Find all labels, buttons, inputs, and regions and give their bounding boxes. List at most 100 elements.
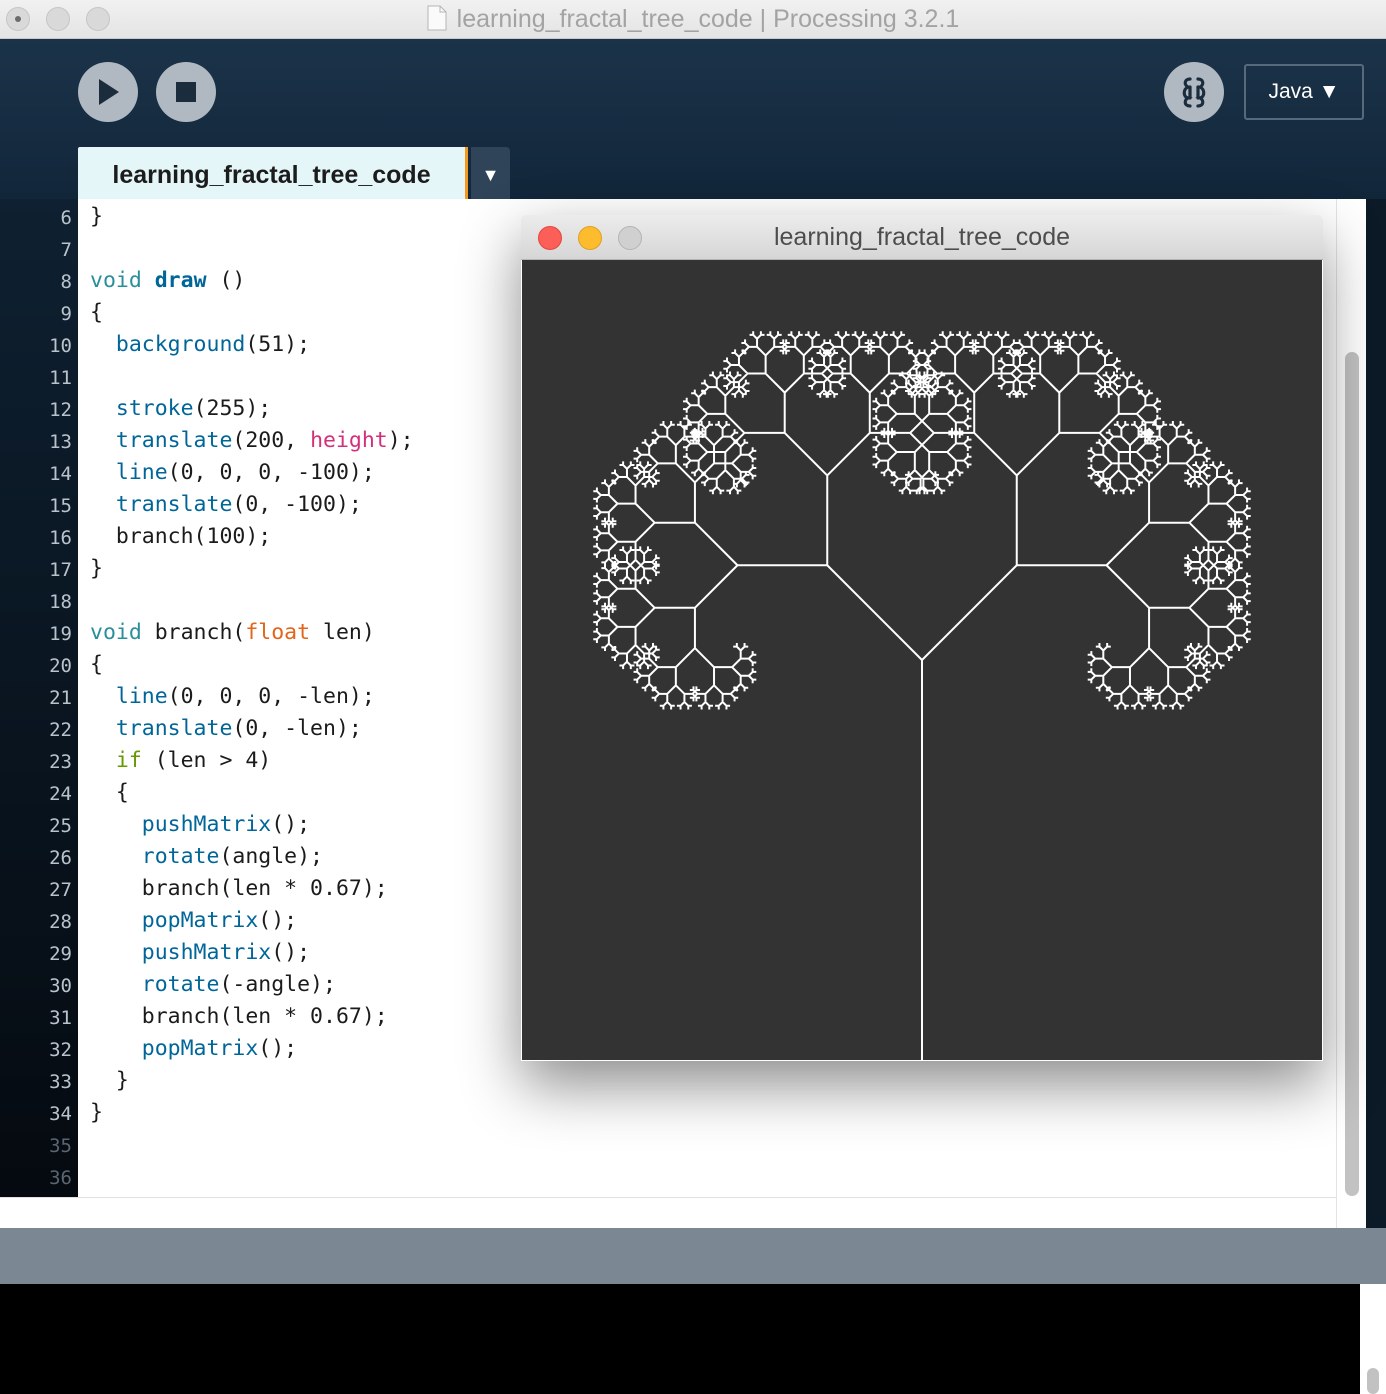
sketch-title: learning_fractal_tree_code (773, 223, 1071, 251)
fractal-tree (593, 331, 1251, 1060)
line-number: 19 (49, 623, 72, 645)
code-token: (51); (245, 332, 311, 357)
code-line[interactable]: branch(len * 0.67); (90, 1004, 388, 1029)
code-line[interactable]: } (90, 204, 103, 229)
code-token: branch(len * 0.67); (90, 876, 388, 901)
code-line[interactable]: pushMatrix(); (90, 812, 310, 837)
code-line[interactable]: background(51); (90, 332, 310, 357)
code-line[interactable]: } (90, 556, 103, 581)
line-number: 35 (49, 1135, 72, 1157)
code-token: height (310, 428, 388, 453)
code-token: popMatrix (141, 1036, 259, 1061)
line-number: 14 (49, 463, 72, 485)
toolbar: Java ▼ learning_fractal_tree_code ▼ (0, 39, 1386, 204)
stop-button[interactable] (156, 62, 216, 122)
code-token: } (90, 1100, 103, 1125)
line-number: 20 (49, 655, 72, 677)
status-bar (0, 1228, 1386, 1284)
tab-menu-button[interactable]: ▼ (471, 147, 510, 204)
code-token: line (115, 460, 168, 485)
debugger-button[interactable] (1164, 62, 1224, 122)
code-token: background (115, 332, 246, 357)
line-number: 9 (60, 303, 72, 325)
code-line[interactable]: { (90, 780, 129, 805)
line-number: 17 (49, 559, 72, 581)
code-token: pushMatrix (141, 940, 272, 965)
code-line[interactable]: void draw () (90, 268, 245, 293)
code-line[interactable]: pushMatrix(); (90, 940, 310, 965)
code-line[interactable]: translate(200, height); (90, 428, 414, 453)
code-line[interactable]: stroke(255); (90, 396, 271, 421)
code-token: (255); (193, 396, 272, 421)
code-token: } (90, 204, 103, 229)
mode-selector[interactable]: Java ▼ (1244, 64, 1364, 120)
code-line[interactable]: popMatrix(); (90, 1036, 297, 1061)
line-number: 27 (49, 879, 72, 901)
sketch-canvas (522, 260, 1322, 1060)
code-line[interactable]: popMatrix(); (90, 908, 297, 933)
code-token: (0, -100); (232, 492, 362, 517)
editor-scroll-thumb[interactable] (1345, 352, 1359, 1196)
code-line[interactable]: } (90, 1068, 129, 1093)
code-line[interactable]: if (len > 4) (90, 748, 271, 773)
code-line[interactable]: translate(0, -len); (90, 716, 362, 741)
line-number: 33 (49, 1071, 72, 1093)
console-scroll-thumb[interactable] (1367, 1368, 1379, 1394)
code-token: translate (115, 428, 233, 453)
line-number: 26 (49, 847, 72, 869)
line-number: 16 (49, 527, 72, 549)
code-token: (); (271, 940, 311, 965)
tab-learning-fractal-tree-code[interactable]: learning_fractal_tree_code (78, 147, 468, 204)
code-line[interactable]: void branch(float len) (90, 620, 375, 645)
line-number: 21 (49, 687, 72, 709)
line-number: 8 (60, 271, 72, 293)
code-token: translate (115, 716, 233, 741)
editor-horizontal-scrollbar[interactable] (0, 1197, 1336, 1228)
line-number: 7 (60, 239, 72, 261)
play-icon (99, 79, 119, 105)
code-line[interactable]: { (90, 652, 103, 677)
code-line[interactable]: branch(100); (90, 524, 271, 549)
run-button[interactable] (78, 62, 138, 122)
sketch-titlebar: learning_fractal_tree_code (521, 215, 1323, 260)
line-number: 36 (49, 1167, 72, 1189)
line-number: 24 (49, 783, 72, 805)
code-token: void (90, 268, 142, 293)
code-line[interactable]: rotate(-angle); (90, 972, 336, 997)
code-token: draw (154, 268, 207, 293)
code-line[interactable]: line(0, 0, 0, -len); (90, 684, 375, 709)
line-number: 34 (49, 1103, 72, 1125)
code-token: (200, (232, 428, 311, 453)
line-number: 28 (49, 911, 72, 933)
code-line[interactable]: translate(0, -100); (90, 492, 362, 517)
line-number: 32 (49, 1039, 72, 1061)
code-token: (); (258, 908, 298, 933)
code-line[interactable]: } (90, 1100, 103, 1125)
code-token: stroke (115, 396, 194, 421)
code-line[interactable]: line(0, 0, 0, -100); (90, 460, 375, 485)
code-line[interactable]: rotate(angle); (90, 844, 323, 869)
code-token: rotate (141, 972, 220, 997)
code-line[interactable]: branch(len * 0.67); (90, 876, 388, 901)
code-token: { (90, 300, 103, 325)
code-token: translate (115, 492, 233, 517)
code-token: } (90, 556, 103, 581)
code-token: if (115, 748, 142, 773)
code-token: branch(100); (90, 524, 272, 549)
debugger-icon (1182, 77, 1206, 108)
code-line[interactable]: { (90, 300, 103, 325)
line-number: 23 (49, 751, 72, 773)
code-token: } (90, 1068, 129, 1093)
console-area[interactable] (0, 1284, 1360, 1394)
window-title-text: learning_fractal_tree_code | Processing … (456, 5, 960, 33)
document-icon (427, 5, 447, 31)
